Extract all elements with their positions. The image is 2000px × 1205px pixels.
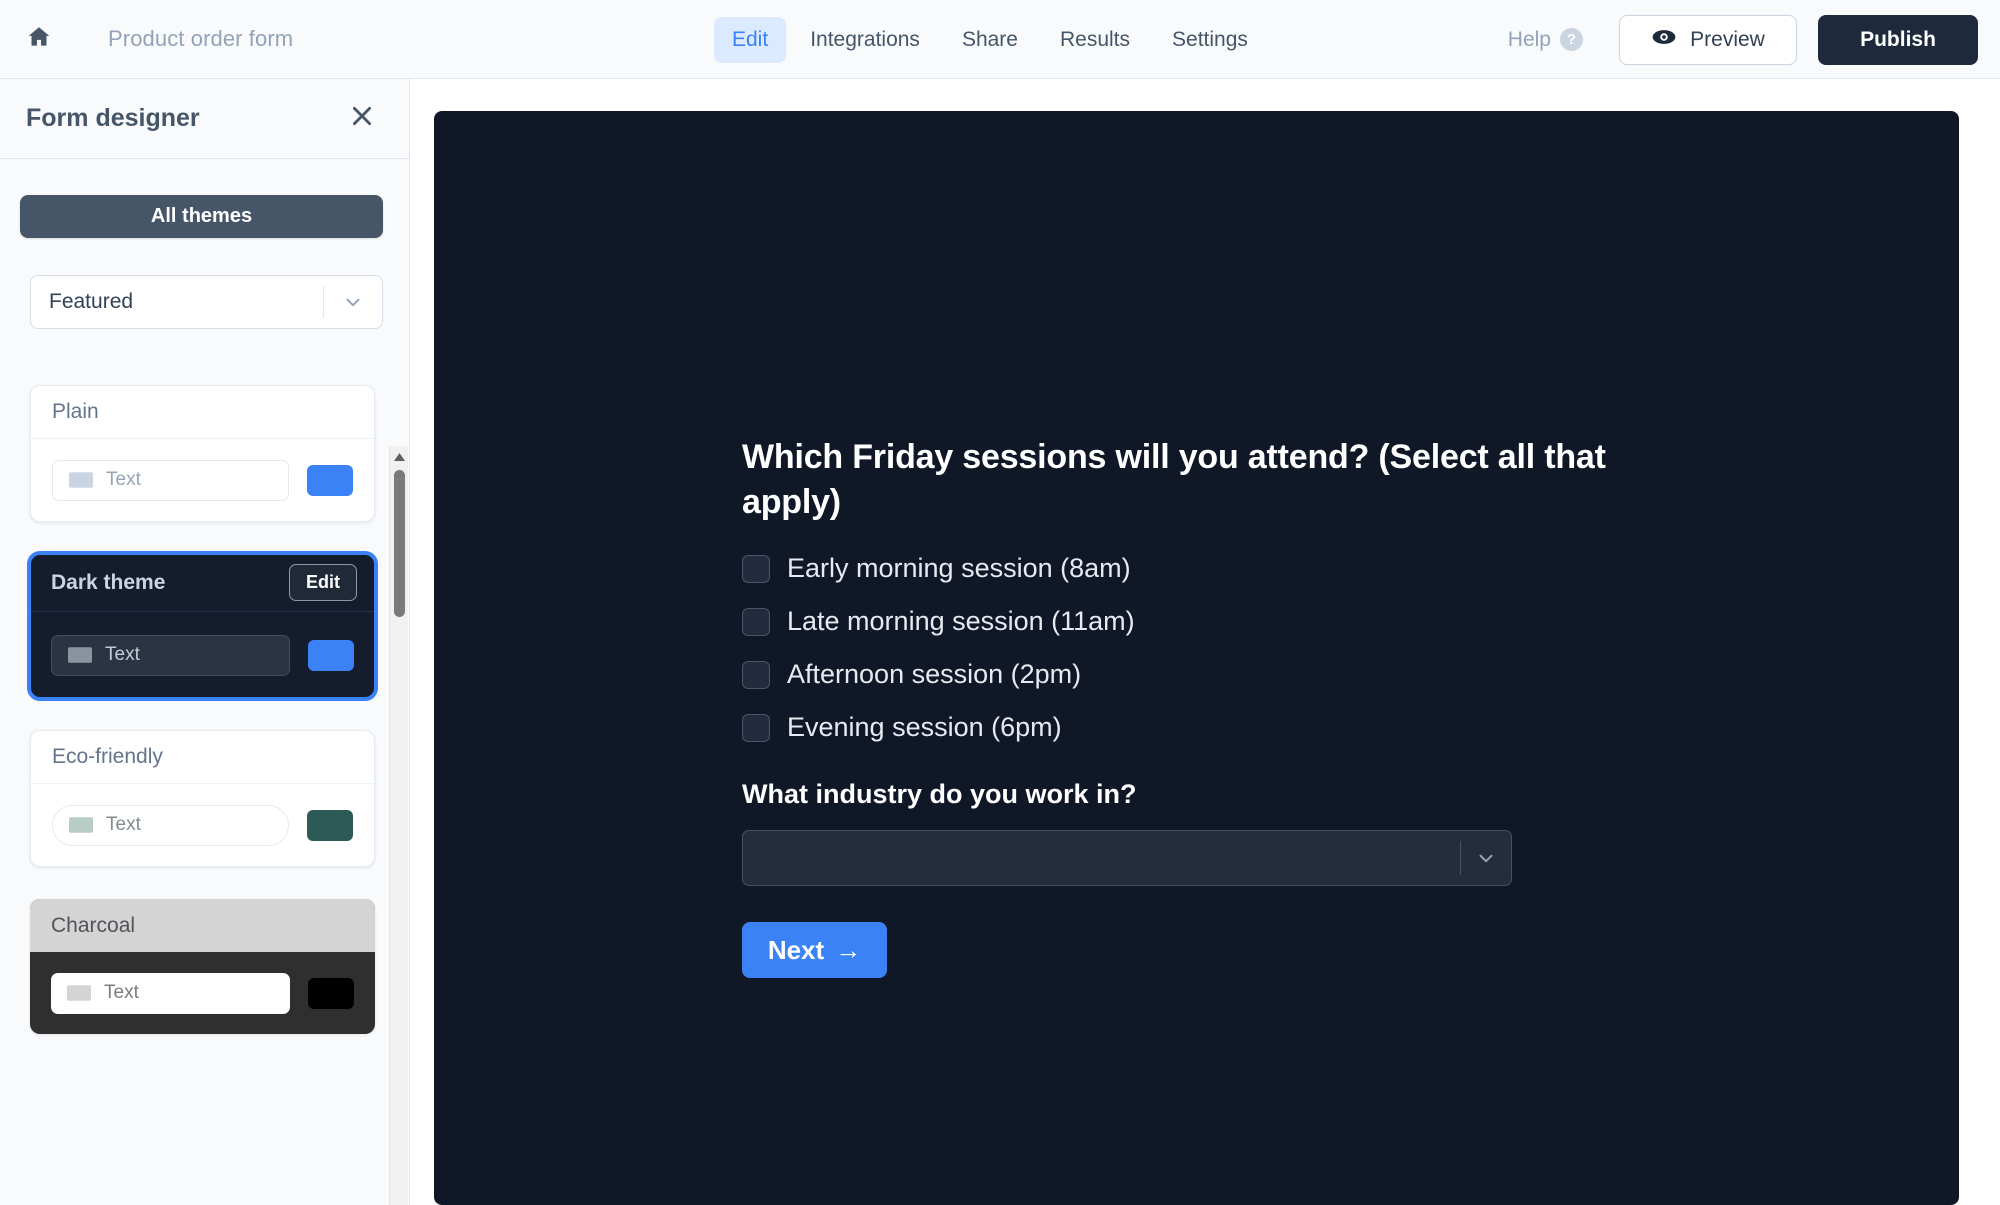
theme-name: Eco-friendly (52, 745, 163, 768)
help-button[interactable]: Help ? (1508, 28, 1583, 52)
mail-icon (69, 816, 93, 834)
theme-card-eco-friendly[interactable]: Eco-friendly Text (30, 730, 375, 867)
theme-accent-swatch (307, 464, 353, 496)
all-themes-button[interactable]: All themes (20, 195, 383, 238)
checkbox-icon[interactable] (742, 713, 770, 742)
sidebar-title: Form designer (26, 104, 200, 132)
theme-name: Plain (52, 400, 99, 423)
checkbox-option-late-morning[interactable]: Late morning session (11am) (742, 606, 1632, 637)
form-designer-sidebar: Form designer All themes Featured Plain (0, 79, 410, 1205)
checkbox-option-evening[interactable]: Evening session (6pm) (742, 712, 1632, 743)
theme-preview-placeholder: Text (105, 644, 140, 665)
edit-theme-button[interactable]: Edit (289, 564, 357, 601)
tab-integrations[interactable]: Integrations (792, 17, 938, 63)
checkbox-option-afternoon[interactable]: Afternoon session (2pm) (742, 659, 1632, 690)
scroll-up-icon[interactable] (390, 448, 409, 465)
form-preview: Which Friday sessions will you attend? (… (434, 111, 1959, 1205)
preview-label: Preview (1690, 27, 1765, 51)
help-label: Help (1507, 27, 1551, 51)
checkbox-label: Early morning session (8am) (787, 553, 1131, 584)
theme-accent-swatch (307, 809, 353, 841)
question-title: Which Friday sessions will you attend? (… (742, 438, 1606, 522)
publish-button[interactable]: Publish (1818, 14, 1978, 65)
theme-card-preview: Text (31, 784, 374, 866)
theme-card-charcoal[interactable]: Charcoal Text (30, 899, 375, 1034)
form-title: Product order form (108, 26, 294, 51)
theme-card-plain[interactable]: Plain Text (30, 385, 375, 522)
theme-name: Dark theme (51, 570, 166, 594)
tab-share[interactable]: Share (944, 17, 1036, 63)
help-icon: ? (1560, 28, 1583, 51)
tab-results[interactable]: Results (1042, 17, 1148, 63)
checkbox-label: Afternoon session (2pm) (787, 659, 1082, 690)
sidebar-header: Form designer (0, 79, 409, 159)
form-content: Which Friday sessions will you attend? (… (742, 435, 1632, 979)
theme-preview-placeholder: Text (106, 814, 141, 835)
mail-icon (68, 646, 92, 664)
checkbox-label: Evening session (6pm) (787, 712, 1062, 743)
form-canvas: Which Friday sessions will you attend? (… (410, 79, 2000, 1205)
theme-card-header: Charcoal (30, 899, 375, 952)
tab-edit[interactable]: Edit (714, 16, 787, 63)
theme-preview-placeholder: Text (106, 469, 141, 490)
preview-button[interactable]: Preview (1619, 14, 1797, 65)
mail-icon (69, 471, 93, 489)
theme-accent-swatch (308, 977, 354, 1009)
theme-preview-input: Text (52, 459, 289, 501)
close-icon (349, 103, 375, 134)
tab-settings[interactable]: Settings (1154, 17, 1266, 63)
checkbox-icon[interactable] (742, 607, 770, 636)
theme-card-preview: Text (30, 952, 375, 1034)
theme-list-scroll-area: Plain Text Dark theme Edit Text Eco-frie… (0, 368, 409, 1205)
theme-preview-placeholder: Text (104, 982, 139, 1003)
theme-card-header: Plain (31, 386, 374, 439)
theme-name: Charcoal (51, 913, 136, 937)
sidebar-scrollbar[interactable] (389, 446, 408, 1205)
theme-preview-input: Text (51, 634, 290, 676)
chevron-down-icon (324, 291, 382, 313)
theme-category-value: Featured (49, 290, 134, 313)
industry-select[interactable] (742, 830, 1512, 887)
checkbox-label: Late morning session (11am) (787, 606, 1135, 637)
checkbox-option-early-morning[interactable]: Early morning session (8am) (742, 553, 1632, 584)
checkbox-icon[interactable] (742, 554, 770, 583)
home-icon (26, 24, 52, 55)
nav-tabs: Edit Integrations Share Results Settings (714, 0, 1266, 79)
theme-card-header: Dark theme Edit (30, 554, 375, 612)
theme-card-preview: Text (31, 439, 374, 521)
industry-question-label: What industry do you work in? (742, 779, 1137, 810)
theme-card-header: Eco-friendly (31, 731, 374, 784)
theme-list: Plain Text Dark theme Edit Text Eco-frie… (0, 368, 380, 1066)
chevron-down-icon (1461, 847, 1511, 869)
theme-card-preview: Text (30, 612, 375, 698)
scrollbar-thumb[interactable] (394, 470, 405, 617)
theme-preview-input: Text (52, 804, 289, 846)
theme-category-select[interactable]: Featured (30, 275, 383, 329)
next-button[interactable]: Next → (742, 922, 887, 979)
theme-card-dark-theme[interactable]: Dark theme Edit Text (27, 551, 378, 701)
mail-icon (67, 984, 91, 1002)
top-bar: Product order form Edit Integrations Sha… (0, 0, 2000, 79)
home-button[interactable] (8, 8, 70, 70)
close-sidebar-button[interactable] (345, 102, 379, 136)
top-bar-actions: Help ? Preview Publish (1508, 0, 1978, 79)
theme-preview-input: Text (51, 972, 290, 1014)
theme-accent-swatch (308, 639, 354, 671)
eye-icon (1651, 24, 1677, 56)
arrow-right-icon: → (835, 935, 862, 966)
next-label: Next (767, 934, 825, 965)
checkbox-icon[interactable] (742, 660, 770, 689)
